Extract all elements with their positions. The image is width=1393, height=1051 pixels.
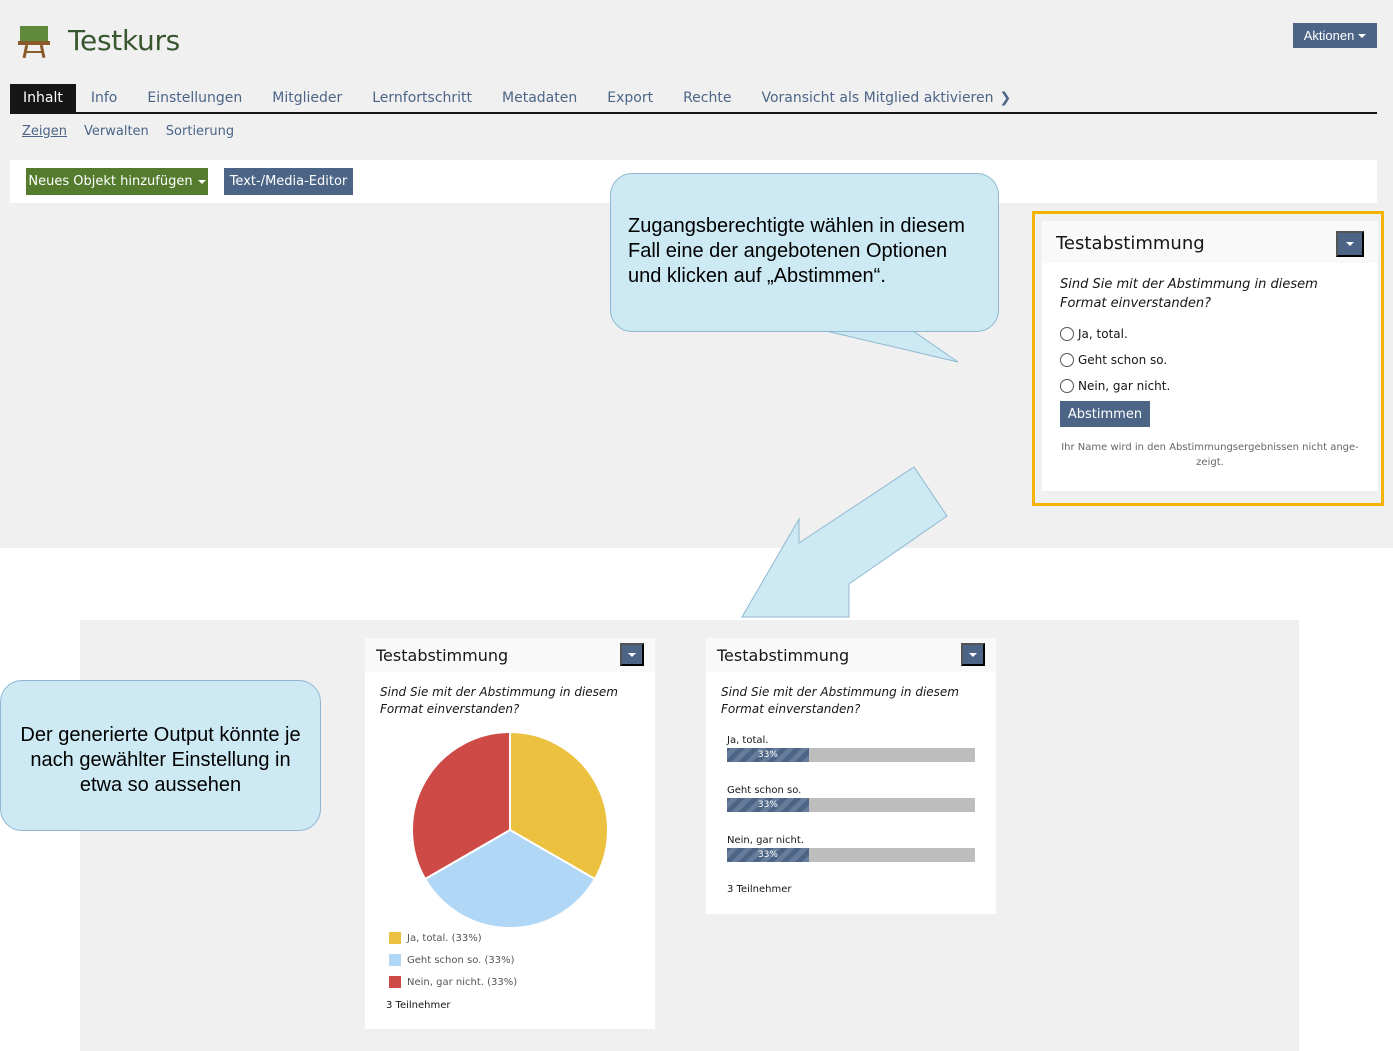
caret-down-icon	[197, 179, 206, 184]
result-dropdown-button[interactable]	[961, 643, 985, 666]
course-header: Testkurs Aktionen	[0, 0, 1393, 80]
legend-swatch	[389, 976, 401, 988]
tab-bar: Inhalt Info Einstellungen Mitglieder Ler…	[10, 84, 1377, 114]
tab-mitglieder[interactable]: Mitglieder	[257, 84, 357, 112]
subtab-verwalten[interactable]: Verwalten	[84, 124, 149, 139]
chevron-right-icon: ❯	[999, 90, 1012, 106]
course-icon	[18, 26, 50, 58]
participant-count: 3 Teilnehmer	[727, 884, 792, 895]
bar-label: Nein, gar nicht.	[727, 835, 804, 846]
callout-instruction: Zugangsberechtigte wählen in diesem Fall…	[610, 173, 999, 332]
poll-option-2[interactable]: Geht schon so.	[1060, 353, 1167, 367]
caret-down-icon	[1358, 33, 1367, 38]
bar-result-card: Testabstimmung Sind Sie mit der Abstimmu…	[706, 638, 996, 914]
subtab-zeigen[interactable]: Zeigen	[22, 124, 67, 139]
vote-button[interactable]: Abstimmen	[1060, 401, 1150, 427]
radio-button[interactable]	[1060, 327, 1074, 341]
legend-item: Ja, total. (33%)	[389, 932, 482, 944]
result-header: Testabstimmung	[706, 638, 996, 672]
add-object-label: Neues Objekt hinzufügen	[28, 174, 193, 189]
result-title: Testabstimmung	[717, 646, 850, 665]
tab-metadaten[interactable]: Metadaten	[487, 84, 592, 112]
result-header: Testabstimmung	[365, 638, 655, 672]
legend-label: Ja, total. (33%)	[407, 932, 482, 944]
bar-value-label: 33%	[757, 850, 778, 860]
tab-einstellungen[interactable]: Einstellungen	[132, 84, 257, 112]
tab-voransicht-label: Voransicht als Mitglied aktivieren	[761, 90, 994, 106]
poll-anonymity-note: Ihr Name wird in den Abstimmungsergebnis…	[1061, 442, 1359, 468]
tab-voransicht[interactable]: Voransicht als Mitglied aktivieren ❯	[746, 84, 1026, 112]
poll-question: Sind Sie mit der Abstimmung in diesem Fo…	[1060, 277, 1318, 311]
tab-lernfortschritt[interactable]: Lernfortschritt	[357, 84, 487, 112]
poll-option-3[interactable]: Nein, gar nicht.	[1060, 379, 1170, 393]
actions-label: Aktionen	[1303, 28, 1355, 43]
legend-swatch	[389, 954, 401, 966]
result-title: Testabstimmung	[376, 646, 509, 665]
tab-inhalt[interactable]: Inhalt	[10, 84, 76, 112]
radio-button[interactable]	[1060, 353, 1074, 367]
result-question: Sind Sie mit der Abstimmung in diesem Fo…	[380, 685, 618, 716]
poll-option-label: Geht schon so.	[1078, 353, 1168, 367]
poll-dropdown-button[interactable]	[1336, 231, 1364, 257]
legend-item: Geht schon so. (33%)	[389, 954, 515, 966]
legend-label: Nein, gar nicht. (33%)	[407, 976, 518, 988]
poll-option-label: Ja, total.	[1078, 327, 1128, 341]
caret-down-icon	[628, 652, 636, 657]
pie-chart	[411, 730, 609, 929]
callout-output: Der generierte Output könnte je nach gew…	[0, 680, 321, 831]
result-dropdown-button[interactable]	[620, 643, 644, 666]
tab-info[interactable]: Info	[76, 84, 133, 112]
bar-label: Geht schon so.	[727, 785, 802, 796]
result-question: Sind Sie mit der Abstimmung in diesem Fo…	[721, 685, 959, 716]
radio-button[interactable]	[1060, 379, 1074, 393]
poll-header: Testabstimmung	[1042, 221, 1378, 263]
legend-item: Nein, gar nicht. (33%)	[389, 976, 517, 988]
poll-card: Testabstimmung Sind Sie mit der Abstimmu…	[1042, 221, 1378, 491]
legend-swatch	[389, 932, 401, 944]
poll-title: Testabstimmung	[1056, 233, 1205, 254]
caret-down-icon	[1346, 242, 1354, 246]
pie-result-card: Testabstimmung Sind Sie mit der Abstimmu…	[365, 638, 655, 1029]
add-object-button[interactable]: Neues Objekt hinzufügen	[26, 168, 208, 195]
tab-rechte[interactable]: Rechte	[668, 84, 746, 112]
participant-count: 3 Teilnehmer	[386, 1000, 451, 1011]
bar-track: 33%	[727, 848, 975, 862]
bar-value-label: 33%	[757, 800, 778, 810]
bar-track: 33%	[727, 748, 975, 762]
bar-track: 33%	[727, 798, 975, 812]
tab-export[interactable]: Export	[592, 84, 668, 112]
caret-down-icon	[969, 652, 977, 657]
poll-option-label: Nein, gar nicht.	[1078, 379, 1171, 393]
page-title: Testkurs	[68, 24, 180, 57]
text-media-editor-button[interactable]: Text-/Media-Editor	[224, 168, 353, 195]
legend-label: Geht schon so. (33%)	[407, 954, 515, 966]
bar-label: Ja, total.	[727, 735, 769, 746]
actions-button[interactable]: Aktionen	[1293, 23, 1377, 48]
subtab-sortierung[interactable]: Sortierung	[166, 124, 234, 139]
subtab-bar: Zeigen Verwalten Sortierung	[22, 124, 234, 139]
bar-value-label: 33%	[757, 750, 778, 760]
poll-option-1[interactable]: Ja, total.	[1060, 327, 1128, 341]
